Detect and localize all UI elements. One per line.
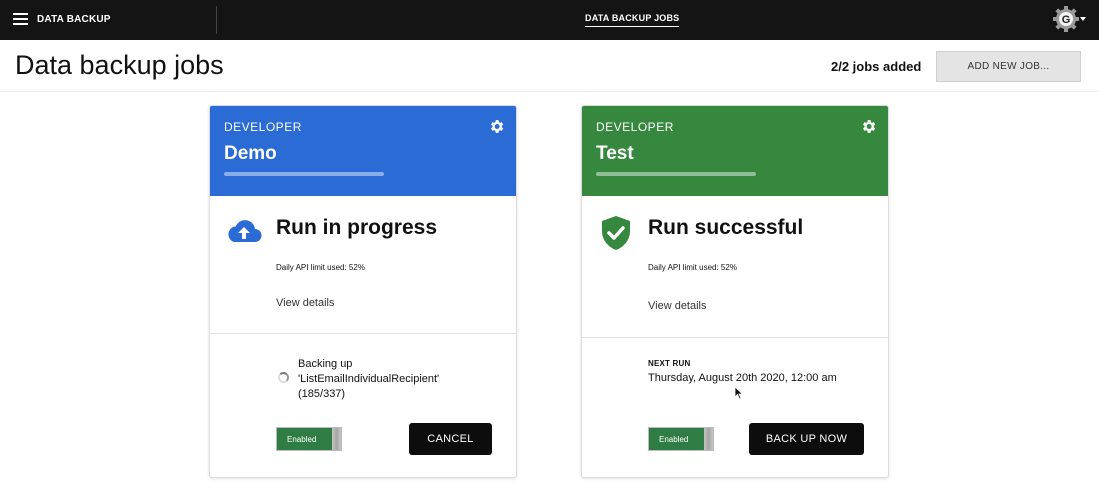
card-divider — [210, 333, 516, 334]
next-run-value: Thursday, August 20th 2020, 12:00 am — [648, 372, 837, 384]
card-name: Demo — [224, 143, 277, 164]
header-divider — [0, 91, 1099, 92]
jobs-count: 2/2 jobs added — [831, 59, 922, 74]
cloud-upload-icon — [228, 220, 262, 242]
settings-gear-icon[interactable] — [488, 118, 505, 135]
toggle-label: Enabled — [287, 435, 317, 444]
shield-check-icon — [602, 216, 630, 250]
progress-line: Backing up — [298, 358, 353, 370]
top-bar: DATA BACKUP DATA BACKUP JOBS G — [0, 0, 1099, 40]
progress-count: (185/337) — [298, 388, 346, 400]
api-usage: Daily API limit used: 52% — [648, 263, 737, 272]
gear-logo-icon: G — [1053, 6, 1079, 32]
view-details-link[interactable]: View details — [276, 297, 335, 309]
mouse-cursor-icon — [734, 386, 744, 400]
card-email-redacted — [224, 172, 384, 176]
back-up-now-button[interactable]: BACK UP NOW — [749, 423, 864, 455]
next-run-label: NEXT RUN — [648, 359, 691, 368]
toggle-label: Enabled — [659, 435, 689, 444]
spinner-icon — [278, 372, 289, 383]
view-details-link[interactable]: View details — [648, 300, 707, 312]
card-header: DEVELOPER Test — [582, 106, 888, 196]
card-role: DEVELOPER — [596, 120, 674, 134]
settings-gear-icon[interactable] — [860, 118, 877, 135]
enabled-toggle[interactable]: Enabled — [276, 427, 342, 451]
topbar-divider — [216, 6, 217, 34]
card-header: DEVELOPER Demo — [210, 106, 516, 196]
app-title: DATA BACKUP — [37, 14, 111, 25]
toggle-knob — [332, 428, 341, 450]
caret-down-icon — [1080, 17, 1086, 21]
page-title: Data backup jobs — [15, 50, 224, 80]
enabled-toggle[interactable]: Enabled — [648, 427, 714, 451]
progress-table-name: 'ListEmailIndividualRecipient' — [298, 373, 440, 385]
toggle-knob — [704, 428, 713, 450]
api-usage: Daily API limit used: 52% — [276, 263, 365, 272]
account-menu[interactable]: G — [1053, 6, 1087, 32]
nav-data-backup-jobs[interactable]: DATA BACKUP JOBS — [585, 13, 680, 27]
card-divider — [582, 337, 888, 338]
cancel-button[interactable]: CANCEL — [409, 423, 492, 455]
job-card-test: DEVELOPER Test Run successful Daily API … — [581, 105, 889, 478]
card-role: DEVELOPER — [224, 120, 302, 134]
add-new-job-button[interactable]: ADD NEW JOB... — [936, 51, 1081, 82]
job-card-demo: DEVELOPER Demo Run in progress Daily API… — [209, 105, 517, 478]
run-status: Run successful — [648, 216, 804, 239]
card-name: Test — [596, 143, 634, 164]
run-status: Run in progress — [276, 216, 438, 239]
account-initial: G — [1062, 14, 1071, 26]
card-email-redacted — [596, 172, 756, 176]
backup-progress: Backing up 'ListEmailIndividualRecipient… — [298, 357, 498, 402]
hamburger-menu-icon[interactable] — [13, 13, 28, 25]
